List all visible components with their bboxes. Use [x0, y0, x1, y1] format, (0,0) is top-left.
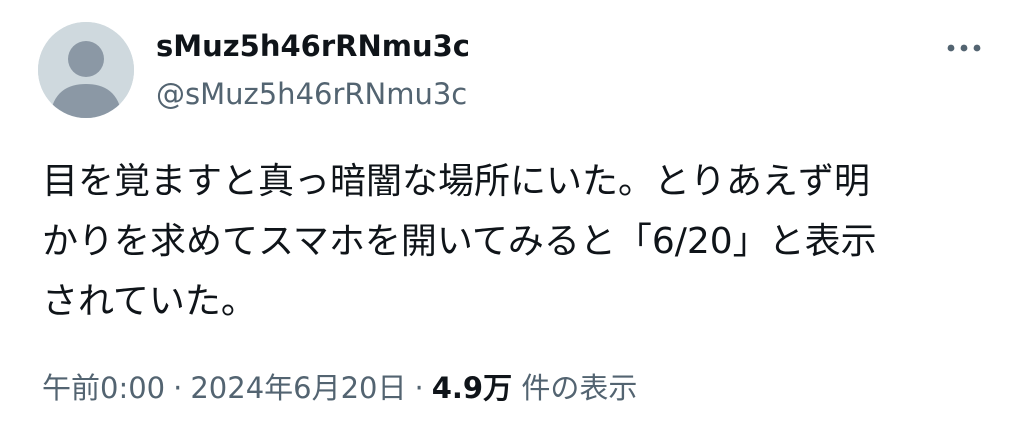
separator-dot: · [173, 371, 183, 405]
display-name[interactable]: sMuz5h46rRNmu3c [156, 28, 470, 64]
default-avatar-icon [38, 22, 134, 118]
separator-dot: · [414, 371, 424, 405]
views-link[interactable]: 4.9万 件の表示 [432, 371, 638, 405]
timestamp-link[interactable]: 午前0:00 · 2024年6月20日 [42, 371, 407, 405]
user-handle[interactable]: @sMuz5h46rRNmu3c [156, 76, 467, 112]
tweet-time: 午前0:00 [42, 371, 166, 405]
tweet-text-line: かりを求めてスマホを開いてみると「6/20」と表示 [42, 221, 877, 262]
tweet-date: 2024年6月20日 [190, 371, 407, 405]
more-options-button[interactable] [938, 30, 990, 66]
tweet-card: sMuz5h46rRNmu3c @sMuz5h46rRNmu3c 目を覚ますと真… [0, 0, 1024, 440]
more-dots-icon [947, 44, 981, 52]
tweet-metadata: 午前0:00 · 2024年6月20日 · 4.9万 件の表示 [42, 368, 637, 408]
tweet-text-line: 目を覚ますと真っ暗闇な場所にいた。とりあえず明 [42, 161, 871, 202]
tweet-text-line: されていた。 [42, 281, 257, 322]
tweet-text: 目を覚ますと真っ暗闇な場所にいた。とりあえず明 かりを求めてスマホを開いてみると… [42, 152, 972, 332]
views-count: 4.9万 [431, 371, 513, 405]
user-avatar[interactable] [38, 22, 134, 118]
views-label: 件の表示 [521, 371, 638, 405]
